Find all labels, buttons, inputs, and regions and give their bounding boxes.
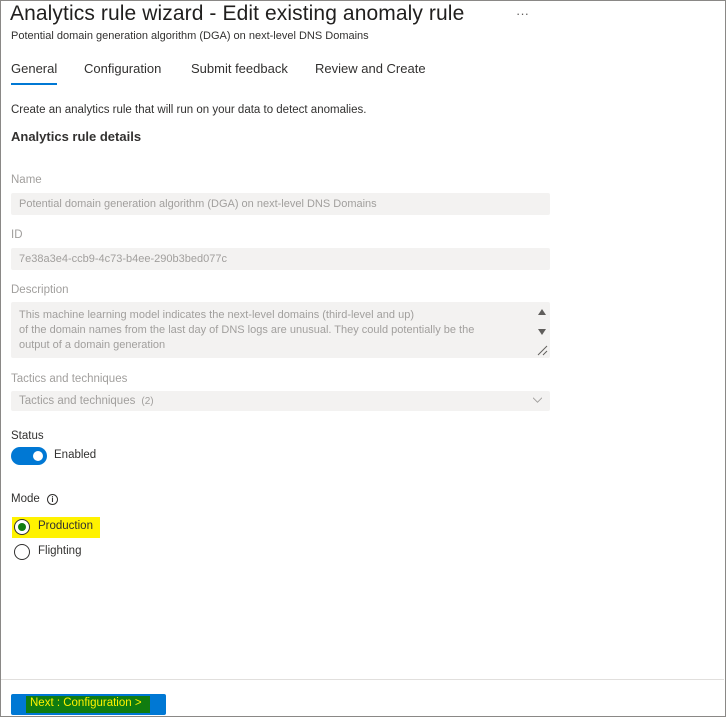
tactics-dropdown[interactable]: Tactics and techniques (2) bbox=[11, 391, 550, 411]
page-title: Analytics rule wizard - Edit existing an… bbox=[10, 2, 465, 25]
id-label: ID bbox=[11, 229, 23, 241]
description-label: Description bbox=[11, 284, 69, 296]
resize-handle-icon[interactable] bbox=[536, 344, 548, 356]
next-configuration-button[interactable]: Next : Configuration > bbox=[11, 694, 166, 715]
more-options-icon[interactable]: ··· bbox=[516, 6, 529, 21]
tab-general[interactable]: General bbox=[11, 61, 58, 85]
tab-review-and-create[interactable]: Review and Create bbox=[315, 61, 426, 76]
toggle-knob bbox=[33, 451, 43, 461]
footer-divider bbox=[1, 679, 724, 680]
description-line: output of a domain generation bbox=[19, 339, 166, 351]
status-label: Status bbox=[11, 430, 44, 442]
description-line: of the domain names from the last day of… bbox=[19, 324, 475, 336]
status-toggle[interactable] bbox=[11, 447, 47, 465]
name-value: Potential domain generation algorithm (D… bbox=[19, 198, 377, 210]
tab-configuration[interactable]: Configuration bbox=[84, 61, 161, 76]
mode-label: Mode bbox=[11, 493, 40, 505]
scroll-up-arrow-icon[interactable] bbox=[538, 309, 546, 315]
description-field[interactable]: This machine learning model indicates th… bbox=[11, 302, 550, 358]
tactics-placeholder: Tactics and techniques bbox=[19, 395, 136, 407]
scroll-down-arrow-icon[interactable] bbox=[538, 329, 546, 335]
intro-text: Create an analytics rule that will run o… bbox=[11, 104, 367, 116]
name-field: Potential domain generation algorithm (D… bbox=[11, 193, 550, 215]
status-toggle-text: Enabled bbox=[54, 449, 97, 461]
radio-flighting-label: Flighting bbox=[38, 545, 82, 557]
section-title: Analytics rule details bbox=[11, 129, 142, 144]
description-line: This machine learning model indicates th… bbox=[19, 309, 414, 321]
info-icon[interactable]: i bbox=[47, 494, 58, 505]
tab-submit-feedback[interactable]: Submit feedback bbox=[191, 61, 288, 76]
name-label: Name bbox=[11, 174, 42, 186]
id-field: 7e38a3e4-ccb9-4c73-b4ee-290b3bed077c bbox=[11, 248, 550, 270]
radio-button-checked[interactable] bbox=[14, 519, 30, 535]
id-value: 7e38a3e4-ccb9-4c73-b4ee-290b3bed077c bbox=[19, 253, 227, 265]
tactics-count: (2) bbox=[141, 396, 154, 407]
radio-button[interactable] bbox=[14, 544, 30, 560]
next-button-label: Next : Configuration > bbox=[30, 697, 142, 709]
chevron-down-icon bbox=[533, 397, 542, 403]
page-subtitle: Potential domain generation algorithm (D… bbox=[11, 30, 369, 42]
radio-production-label: Production bbox=[38, 520, 93, 532]
tactics-label: Tactics and techniques bbox=[11, 373, 128, 385]
